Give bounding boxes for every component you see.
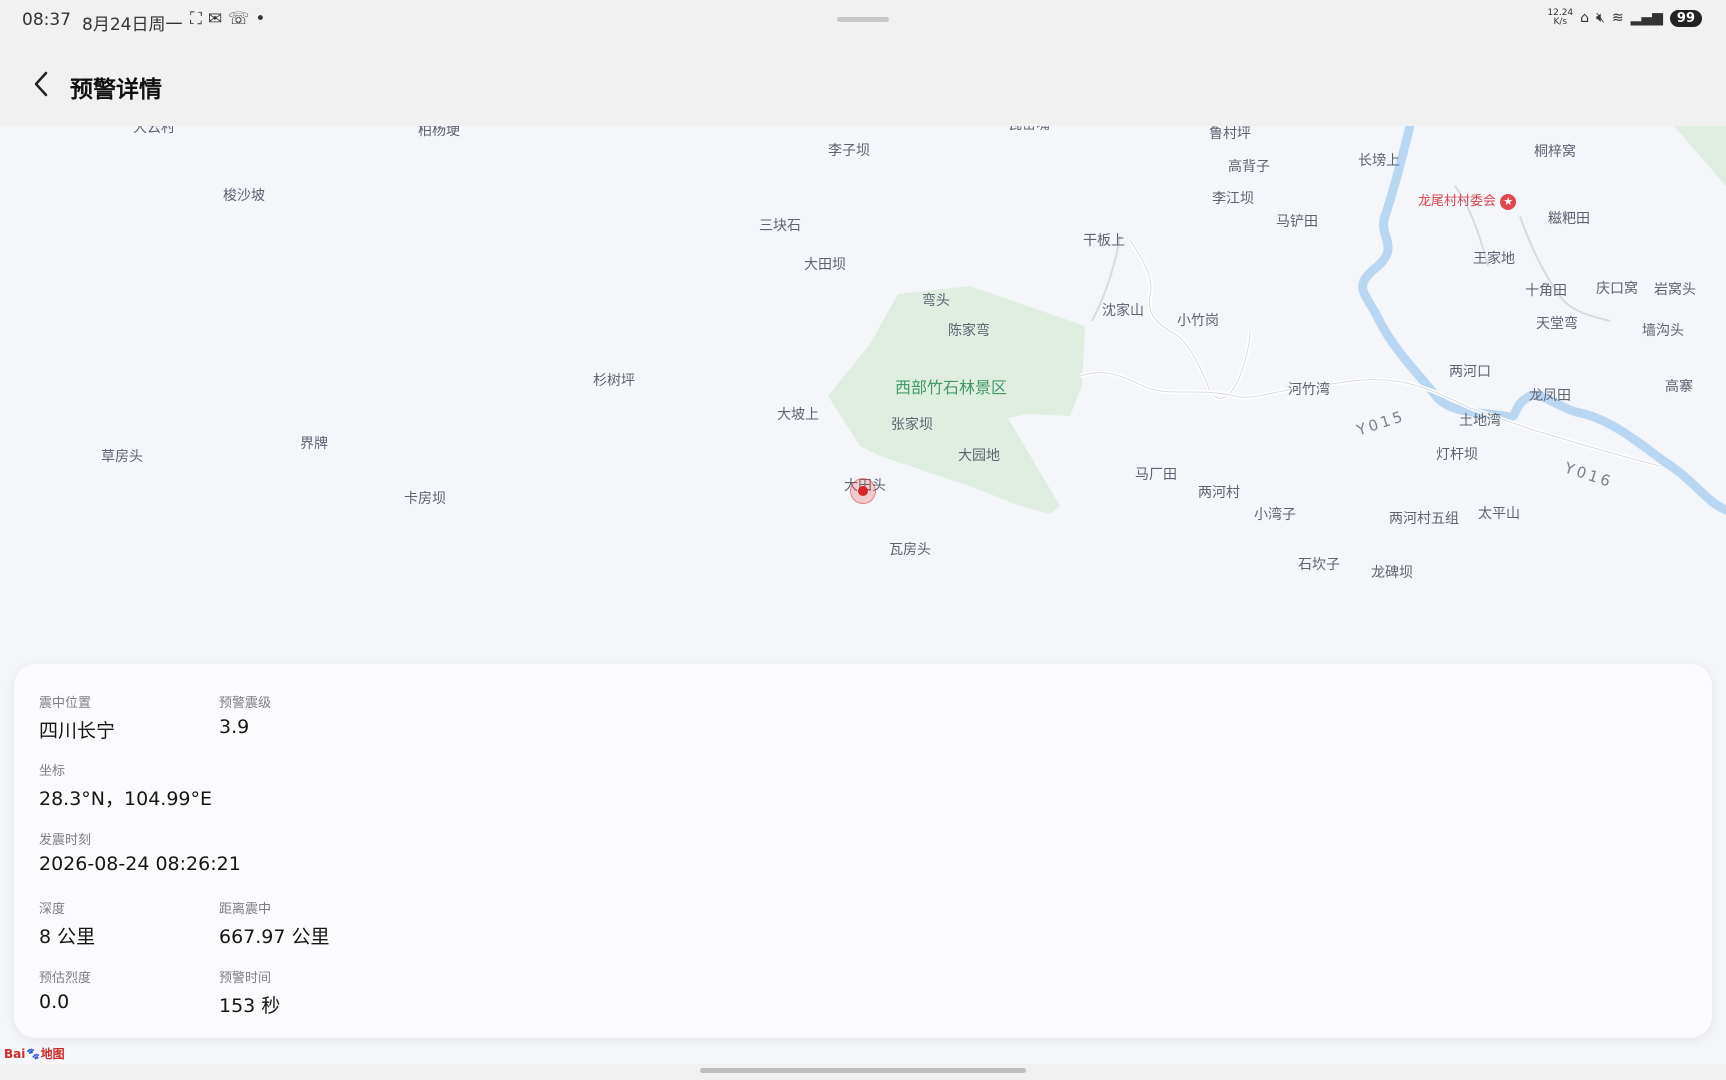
map-label: 三块石 bbox=[759, 218, 801, 234]
notification-icons: ⛶✉☏• bbox=[190, 9, 271, 29]
baidu-map-logo: Bai🐾︎地图 bbox=[4, 1047, 65, 1061]
map-label: 小竹岗 bbox=[1177, 313, 1219, 329]
status-bar: 08:37 8月24日周一 ⛶✉☏• 12.24 K/s ⌂ 🔇︎ ≋ ▂▄▆ … bbox=[0, 0, 1726, 42]
map-label: 马厂田 bbox=[1135, 467, 1177, 483]
home-icon: ⌂ bbox=[1580, 10, 1590, 26]
scenic-area-label[interactable]: 西部竹石林景区 bbox=[895, 374, 1007, 398]
map-label: 陈家弯 bbox=[948, 323, 990, 339]
map-label: 大云村 bbox=[133, 126, 175, 136]
map-label: 桐梓窝 bbox=[1534, 144, 1576, 160]
map-label: 大园地 bbox=[958, 448, 1000, 464]
quake-time-field: 发震时刻 2026-08-24 08:26:21 bbox=[39, 833, 241, 875]
map-label: 弯头 bbox=[922, 293, 950, 309]
wifi-icon: ≋ bbox=[1611, 10, 1624, 26]
mute-icon: 🔇︎ bbox=[1596, 10, 1605, 26]
map-label: 河竹湾 bbox=[1288, 382, 1330, 398]
earthquake-info-card: 震中位置 四川长宁 预警震级 3.9 坐标 28.3°N，104.99°E 发震… bbox=[14, 664, 1712, 1038]
status-date: 8月24日周一 bbox=[82, 15, 183, 35]
missed-call-icon: ☏ bbox=[228, 9, 256, 29]
map-label: 李子坝 bbox=[828, 143, 870, 159]
map-label: 石坎子 bbox=[1298, 557, 1340, 573]
map-label: 糍粑田 bbox=[1548, 211, 1590, 227]
map-label: 长塝上 bbox=[1358, 153, 1400, 169]
map-label: 太平山 bbox=[1478, 506, 1520, 522]
map-label: 小湾子 bbox=[1254, 507, 1296, 523]
map-label: 卡房坝 bbox=[404, 491, 446, 507]
map-label: 瓦窑嘴 bbox=[1008, 126, 1050, 134]
map-label: 梭沙坡 bbox=[223, 188, 265, 204]
warning-time-field: 预警时间 153 秒 bbox=[219, 971, 281, 1017]
intensity-field: 预估烈度 0.0 bbox=[39, 971, 92, 1013]
map-label: 岩窝头 bbox=[1654, 282, 1696, 298]
magnitude-field: 预警震级 3.9 bbox=[219, 696, 272, 738]
back-button[interactable] bbox=[28, 66, 58, 102]
map-label: 龙碑坝 bbox=[1371, 565, 1413, 581]
screenshot-icon: ⛶ bbox=[190, 9, 208, 29]
coordinates-field: 坐标 28.3°N，104.99°E bbox=[39, 764, 213, 810]
status-time: 08:37 bbox=[22, 10, 71, 30]
epicenter-marker[interactable] bbox=[850, 478, 876, 504]
star-icon: ★ bbox=[1500, 193, 1517, 210]
top-app-bar: 预警详情 bbox=[0, 42, 1726, 126]
map-label: 杉树坪 bbox=[593, 373, 635, 389]
map-label: 大田坝 bbox=[804, 257, 846, 273]
map-label: 王家地 bbox=[1473, 251, 1515, 267]
home-indicator[interactable] bbox=[700, 1068, 1026, 1073]
drag-handle[interactable] bbox=[837, 17, 889, 22]
page-title: 预警详情 bbox=[70, 77, 162, 103]
map-label: 张家坝 bbox=[891, 417, 933, 433]
map-label: 土地湾 bbox=[1459, 413, 1501, 429]
paw-icon: 🐾︎ bbox=[25, 1047, 41, 1061]
map-label: 高背子 bbox=[1228, 159, 1270, 175]
map-label: 两河口 bbox=[1449, 364, 1491, 380]
map-label: 两河村五组 bbox=[1389, 511, 1459, 527]
distance-field: 距离震中 667.97 公里 bbox=[219, 902, 330, 948]
map-label: 柏杨埂 bbox=[418, 126, 460, 139]
system-status-icons: 12.24 K/s ⌂ 🔇︎ ≋ ▂▄▆ 99 bbox=[1547, 9, 1702, 27]
map-label: 龙凤田 bbox=[1529, 388, 1571, 404]
map-label: 高寨 bbox=[1665, 379, 1693, 395]
map-label: 十角田 bbox=[1525, 283, 1567, 299]
map-label: 天堂弯 bbox=[1536, 316, 1578, 332]
map-label: 瓦房头 bbox=[889, 542, 931, 558]
map-label: 界牌 bbox=[300, 436, 328, 452]
epicenter-field: 震中位置 四川长宁 bbox=[39, 696, 116, 742]
map-label: 草房头 bbox=[101, 449, 143, 465]
wechat-icon: ✉ bbox=[207, 9, 229, 29]
map-label: 大坡上 bbox=[777, 407, 819, 423]
chevron-left-icon bbox=[34, 71, 48, 97]
map-label: 李江坝 bbox=[1212, 191, 1254, 207]
map-label: 沈家山 bbox=[1102, 303, 1144, 319]
map-label: 庆口窝 bbox=[1596, 281, 1638, 297]
map-label: 两河村 bbox=[1198, 485, 1240, 501]
signal-4g-icon: ▂▄▆ bbox=[1630, 10, 1663, 26]
depth-field: 深度 8 公里 bbox=[39, 902, 96, 948]
battery-indicator: 99 bbox=[1669, 9, 1702, 27]
network-speed: 12.24 K/s bbox=[1547, 8, 1574, 27]
dot-icon: • bbox=[255, 9, 272, 29]
map-label: 鲁村坪 bbox=[1209, 126, 1251, 142]
map-label: 灯杆坝 bbox=[1436, 447, 1478, 463]
poi-label[interactable]: 龙尾村村委会 ★ bbox=[1418, 190, 1517, 210]
map-label: 马铲田 bbox=[1276, 214, 1318, 230]
map-label: 墙沟头 bbox=[1642, 323, 1684, 339]
map-label: 干板上 bbox=[1083, 233, 1125, 249]
